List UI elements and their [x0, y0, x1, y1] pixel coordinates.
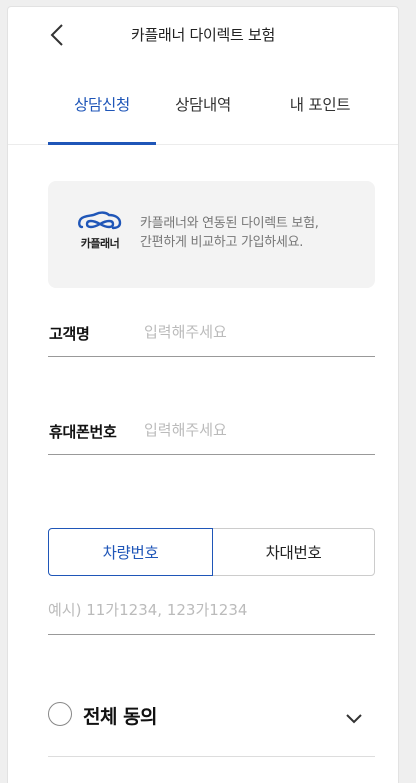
agree-all-label: 전체 동의 — [83, 706, 158, 728]
tab-bar: 상담신청 상담내역 내 포인트 — [8, 63, 398, 145]
carplanner-logo: 카플래너 — [76, 210, 124, 254]
tab-consult-history[interactable]: 상담내역 — [149, 63, 257, 145]
agree-all-checkbox[interactable] — [48, 702, 72, 726]
plate-field — [48, 585, 375, 635]
phone-field: 휴대폰번호 — [48, 405, 375, 455]
infinity-car-logo-icon — [78, 211, 122, 230]
page-title: 카플래너 다이렉트 보험 — [131, 26, 275, 44]
active-tab-indicator — [48, 142, 156, 145]
customer-name-input[interactable] — [144, 319, 372, 345]
app-screen: 카플래너 다이렉트 보험 상담신청 상담내역 내 포인트 카플래너 카플래너와 … — [7, 6, 399, 783]
promo-banner: 카플래너 카플래너와 연동된 다이렉트 보험, 간편하게 비교하고 가입하세요. — [48, 181, 375, 288]
promo-description: 카플래너와 연동된 다이렉트 보험, 간편하게 비교하고 가입하세요. — [140, 214, 319, 252]
phone-input[interactable] — [144, 417, 372, 443]
promo-line-2: 간편하게 비교하고 가입하세요. — [140, 235, 304, 250]
promo-line-1: 카플래너와 연동된 다이렉트 보험, — [140, 216, 319, 231]
phone-label: 휴대폰번호 — [49, 423, 117, 441]
header: 카플래너 다이렉트 보험 — [8, 7, 398, 63]
customer-name-label: 고객명 — [49, 325, 90, 343]
tab-my-points[interactable]: 내 포인트 — [266, 63, 374, 145]
logo-text: 카플래너 — [80, 237, 120, 250]
chevron-down-icon[interactable] — [345, 711, 363, 725]
plate-number-option[interactable]: 차량번호 — [48, 528, 213, 576]
vin-option[interactable]: 차대번호 — [212, 528, 375, 576]
customer-name-field: 고객명 — [48, 307, 375, 357]
vehicle-id-toggle: 차량번호 차대번호 — [48, 528, 375, 576]
plate-input[interactable] — [48, 597, 368, 623]
tab-consult-request[interactable]: 상담신청 — [48, 63, 156, 145]
agree-all-row[interactable]: 전체 동의 — [48, 699, 375, 757]
